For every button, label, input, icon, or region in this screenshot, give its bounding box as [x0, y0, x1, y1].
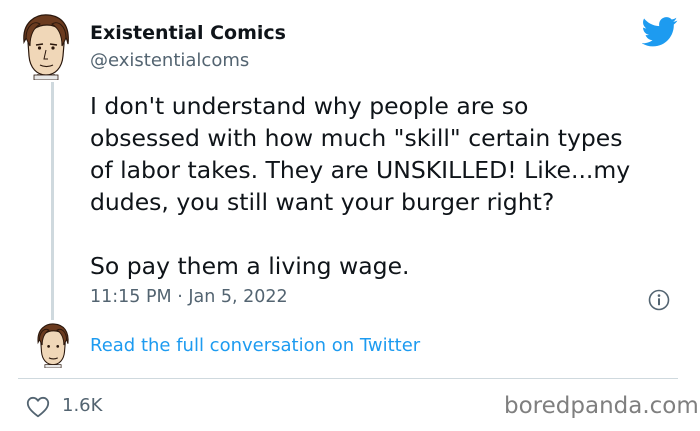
author-handle[interactable]: @existentialcoms [90, 50, 249, 71]
tweet-closing-line: So pay them a living wage. [90, 252, 410, 280]
twitter-bird-icon[interactable] [642, 17, 678, 47]
author-avatar-small[interactable] [34, 322, 72, 368]
heart-icon[interactable] [26, 396, 50, 418]
tweet-timestamp[interactable]: 11:15 PM · Jan 5, 2022 [90, 287, 288, 307]
tweet-line-2: obsessed with how much "skill" certain t… [90, 124, 623, 152]
tweet-line-4: dudes, you still want your burger right? [90, 188, 555, 216]
info-icon[interactable] [648, 289, 670, 311]
author-display-name[interactable]: Existential Comics [90, 22, 286, 44]
read-full-conversation-link[interactable]: Read the full conversation on Twitter [90, 335, 420, 356]
tweet-line-3: of labor takes. They are UNSKILLED! Like… [90, 156, 631, 184]
like-count[interactable]: 1.6K [62, 395, 102, 416]
thread-connector-line [51, 82, 54, 320]
tweet-line-1: I don't understand why people are so [90, 92, 529, 120]
divider [18, 378, 678, 379]
tweet-text: I don't understand why people are so obs… [90, 90, 690, 282]
boredpanda-watermark: boredpanda.com [504, 393, 699, 419]
author-avatar[interactable] [18, 12, 74, 80]
